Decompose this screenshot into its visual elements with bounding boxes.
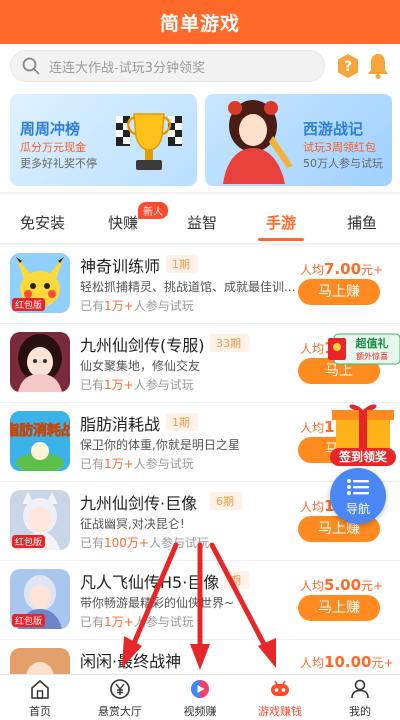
game-phase: 期 — [224, 571, 249, 589]
participant-count: 已有1万+人参与试玩 — [80, 457, 194, 471]
banner-note: 更多好礼奖不停 — [20, 157, 97, 170]
new-user-badge: 新人 — [138, 202, 168, 219]
earn-now-button[interactable]: 马上赚 — [298, 279, 380, 305]
sign-in-reward-float[interactable]: 签到领奖 — [330, 400, 396, 468]
red-packet-tag: 红包版 — [12, 298, 46, 311]
nav-bounty-hall[interactable]: 悬赏大厅 — [80, 675, 160, 720]
fairy-girl-icon — [10, 332, 70, 392]
nav-home[interactable]: 首页 — [0, 675, 80, 720]
red-packet-tag: 红包版 — [12, 614, 46, 627]
nav-label: 视频赚 — [183, 705, 217, 718]
svg-text:签到领奖: 签到领奖 — [338, 449, 388, 464]
game-logo-icon: 脂肪消耗战 — [10, 411, 70, 471]
list-item[interactable]: 闲闲·最终战神 人均10.00元+ — [0, 640, 400, 675]
nav-label: 首页 — [29, 705, 51, 718]
average-reward: 人均7.00元+ — [300, 260, 384, 278]
average-reward: 人均5.00元+ — [300, 576, 384, 594]
list-item[interactable]: 红包版 神奇训练师 1期 轻松抓捕精灵、挑战道馆、成就最佳训... 已有1万+人… — [0, 245, 400, 324]
game-phase: 33期 — [210, 334, 249, 352]
banner-subtitle: 试玩3周领红包 — [303, 141, 376, 154]
game-name: 脂肪消耗战 — [80, 415, 161, 434]
menu-icon — [347, 479, 369, 495]
tab-fishing[interactable]: 捕鱼 — [347, 212, 377, 233]
home-icon — [31, 680, 49, 699]
game-description: 轻松抓捕精灵、挑战道馆、成就最佳训... — [80, 280, 296, 294]
game-name: 九州仙剑传(专服) — [80, 336, 205, 355]
svg-text:?: ? — [344, 59, 352, 75]
trophy-icon — [116, 113, 182, 170]
game-description: 带你畅游最精彩的仙侠世界~ — [80, 596, 235, 610]
svg-text:超值礼: 超值礼 — [355, 336, 389, 350]
category-tabs: 免安装 快赚 新人 益智 手游 捕鱼 — [0, 194, 400, 244]
navigation-label: 导航 — [345, 502, 370, 516]
war-god-icon — [10, 648, 70, 675]
banner-weekly-rank[interactable]: 周周冲榜 瓜分万元现金 更多好礼奖不停 — [10, 94, 197, 186]
active-tab-indicator — [258, 238, 304, 241]
game-thumbnail: 脂肪消耗战 — [10, 411, 70, 471]
search-row: 连连大作战-试玩3分钟领奖 ? — [0, 44, 400, 90]
nav-game-earn[interactable]: 游戏赚钱 — [240, 675, 320, 720]
nav-mine[interactable]: 我的 — [320, 675, 400, 720]
game-logo-text: 脂肪消耗战 — [10, 422, 70, 439]
game-name: 凡人飞仙传H5·巨像 — [80, 573, 220, 592]
banner-title: 西游战记 — [303, 120, 364, 138]
game-description: 征战幽冥,对决昆仑! — [80, 517, 185, 531]
game-name: 闲闲·最终战神 — [80, 652, 182, 671]
tab-mobile-games[interactable]: 手游 — [266, 212, 296, 233]
nav-label: 游戏赚钱 — [258, 705, 302, 718]
help-icon[interactable]: ? — [336, 53, 360, 79]
participant-count: 已有1万+人参与试玩 — [80, 615, 194, 629]
red-packet-tag: 红包版 — [12, 535, 46, 548]
video-play-icon — [191, 680, 209, 698]
game-character-icon — [223, 100, 293, 184]
game-thumbnail: 红包版 — [10, 253, 70, 313]
tab-quick-earn[interactable]: 快赚 — [108, 212, 138, 233]
participant-count: 已有100万+人参与试玩 — [80, 536, 209, 550]
bonus-gift-float[interactable]: 超值礼 额外惊喜 — [328, 330, 400, 370]
average-reward: 人均10.00元+ — [300, 653, 394, 671]
search-icon — [22, 57, 40, 75]
game-thumbnail: 红包版 — [10, 490, 70, 550]
game-thumbnail: 红包版 — [10, 569, 70, 629]
participant-count: 已有1万+人参与试玩 — [80, 378, 194, 392]
game-phase: 1期 — [166, 413, 198, 431]
navigation-float-button[interactable]: 导航 — [330, 468, 386, 524]
list-item[interactable]: 红包版 凡人飞仙传H5·巨像 期 带你畅游最精彩的仙侠世界~ 已有1万+人参与试… — [0, 561, 400, 640]
participant-count: 已有1万+人参与试玩 — [80, 299, 194, 313]
game-thumbnail — [10, 332, 70, 392]
red-envelope-icon: 超值礼 额外惊喜 — [328, 333, 400, 365]
earn-now-button[interactable]: 马上赚 — [298, 595, 380, 621]
gift-box-icon: 签到领奖 — [330, 404, 396, 466]
svg-text:额外惊喜: 额外惊喜 — [356, 351, 388, 361]
bottom-nav: 首页 悬赏大厅 视频赚 游戏赚钱 我的 — [0, 674, 400, 720]
gamepad-icon — [271, 680, 289, 696]
search-input[interactable]: 连连大作战-试玩3分钟领奖 — [10, 50, 325, 82]
game-description: 保卫你的体重,你就是明日之星 — [80, 438, 240, 452]
nav-label: 悬赏大厅 — [98, 705, 142, 718]
yen-coin-icon — [110, 679, 130, 699]
search-placeholder: 连连大作战-试玩3分钟领奖 — [49, 60, 205, 76]
banner-title: 周周冲榜 — [20, 120, 81, 138]
game-description: 仙女聚集地，修仙交友 — [80, 359, 201, 373]
app-header: 简单游戏 — [0, 0, 400, 44]
game-name: 九州仙剑传·巨像 — [80, 494, 198, 513]
banner-note: 50万人参与试玩 — [303, 157, 383, 170]
game-thumbnail — [10, 648, 70, 675]
game-phase: 1期 — [166, 255, 198, 273]
page-title: 简单游戏 — [159, 12, 240, 35]
nav-video-earn[interactable]: 视频赚 — [160, 675, 240, 720]
banner-journey[interactable]: 西游战记 试玩3周领红包 50万人参与试玩 — [205, 94, 392, 186]
bell-icon[interactable] — [366, 52, 390, 80]
tab-puzzle[interactable]: 益智 — [187, 212, 217, 233]
tab-install-free[interactable]: 免安装 — [20, 212, 65, 233]
banner-row: 周周冲榜 瓜分万元现金 更多好礼奖不停 西游战记 试玩3周领红包 50万人参与试… — [0, 90, 400, 192]
banner-subtitle: 瓜分万元现金 — [20, 141, 86, 154]
game-phase: 6期 — [210, 492, 242, 510]
game-name: 神奇训练师 — [80, 257, 161, 276]
user-icon — [351, 679, 369, 699]
nav-label: 我的 — [349, 705, 371, 718]
